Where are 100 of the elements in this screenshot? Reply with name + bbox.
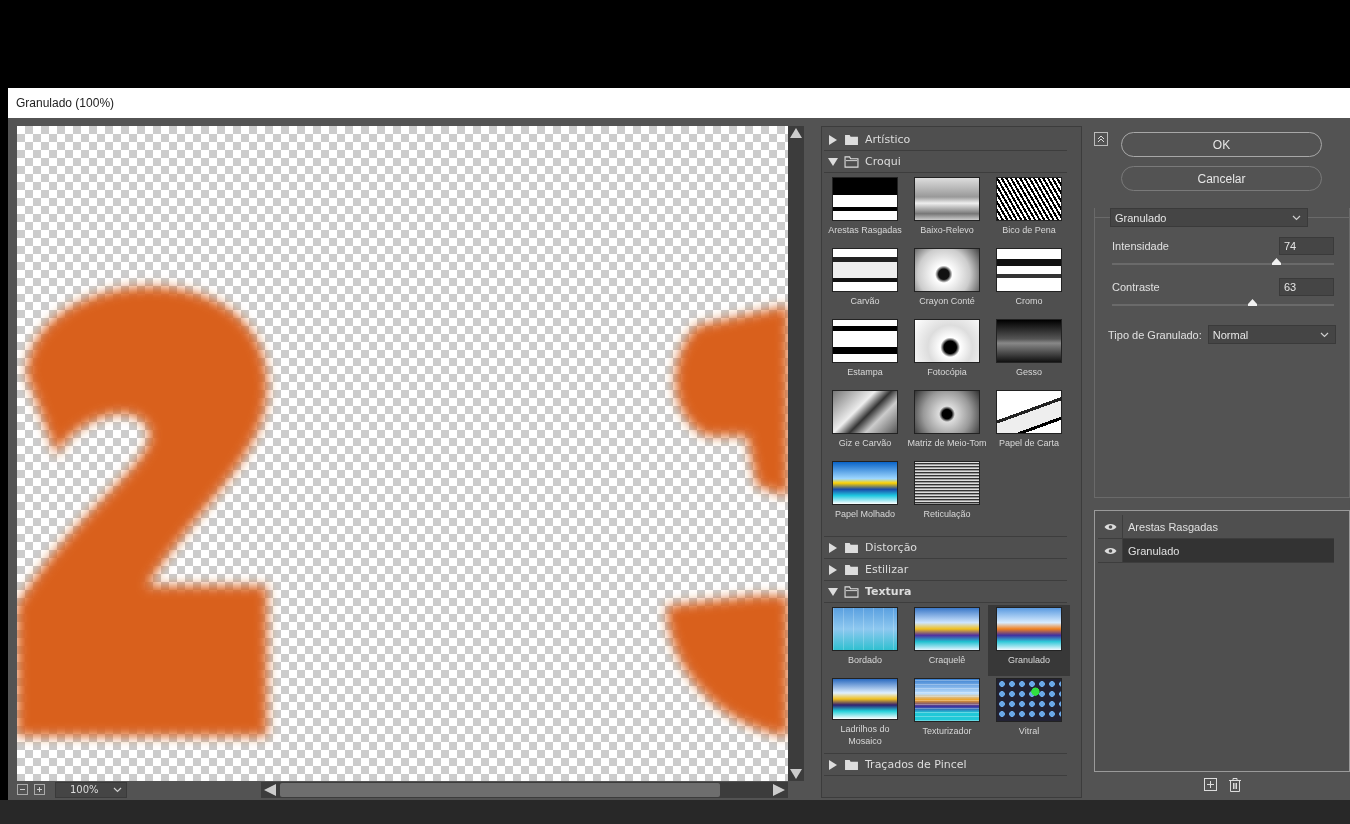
folder-icon: [844, 758, 859, 771]
triangle-down-icon: [828, 586, 838, 597]
effect-layer-item[interactable]: Granulado: [1123, 539, 1334, 562]
filter-preview-image: [996, 390, 1062, 434]
filter-name: Matriz de Meio-Tom: [907, 437, 987, 449]
filter-thumbnail-item[interactable]: Granulado: [988, 605, 1070, 676]
filter-thumbnail-item[interactable]: Bordado: [824, 605, 906, 676]
value-field[interactable]: 74: [1279, 237, 1334, 255]
filter-thumbnail-item[interactable]: Estampa: [824, 317, 906, 388]
filter-name: Bico de Pena: [1002, 224, 1056, 236]
filter-name: Bordado: [848, 654, 882, 666]
filter-thumbnail-item[interactable]: Reticulação: [906, 459, 988, 530]
filter-name: Giz e Carvão: [838, 437, 892, 449]
filter-name: Craquelê: [928, 654, 966, 666]
filter-preview-image: [914, 461, 980, 505]
folder-icon: [844, 133, 859, 146]
filter-name: Papel de Carta: [998, 437, 1059, 449]
filter-preview-image: [996, 248, 1062, 292]
filter-thumbnail-item[interactable]: Vitral: [988, 676, 1070, 747]
filter-name: Gesso: [1016, 366, 1042, 378]
filter-name: Vitral: [1018, 725, 1040, 737]
filter-name: Crayon Conté: [919, 295, 975, 307]
filter-preview-image: [832, 607, 898, 651]
filter-category[interactable]: Traçados de Pincel: [824, 754, 1068, 776]
triangle-right-icon: [828, 759, 838, 770]
filter-category[interactable]: Croqui: [824, 151, 1068, 173]
plus-icon: [37, 787, 42, 792]
filter-thumbnail-item[interactable]: Arestas Rasgadas: [824, 175, 906, 246]
eye-icon[interactable]: [1103, 546, 1117, 555]
ok-button[interactable]: OK: [1121, 132, 1323, 157]
filter-preview-image: [914, 248, 980, 292]
scroll-left-icon[interactable]: [264, 783, 276, 796]
filter-name: Carvão: [850, 295, 880, 307]
scroll-up-icon[interactable]: [790, 128, 802, 138]
filter-thumbnail-item[interactable]: Carvão: [824, 246, 906, 317]
type-label: Tipo de Granulado:: [1108, 328, 1202, 341]
filter-thumbnail-item[interactable]: Crayon Conté: [906, 246, 988, 317]
filter-preview-image: [832, 248, 898, 292]
filter-thumbnail-item[interactable]: Texturizador: [906, 676, 988, 747]
value-field[interactable]: 63: [1279, 278, 1334, 296]
folder-icon: [844, 155, 859, 168]
zoom-in-button[interactable]: [34, 784, 45, 795]
type-dropdown[interactable]: Normal: [1207, 325, 1336, 344]
chevron-down-icon: [1319, 331, 1329, 338]
filter-preview-image: [996, 678, 1062, 722]
eye-icon[interactable]: [1103, 522, 1117, 531]
filter-preview-image: [914, 319, 980, 363]
filter-thumbnail-item[interactable]: Matriz de Meio-Tom: [906, 388, 988, 459]
slider-label: Contraste: [1112, 281, 1160, 293]
filter-name: Estampa: [847, 366, 883, 378]
zoom-dropdown[interactable]: 100%: [55, 781, 127, 798]
filter-preview-image: [996, 607, 1062, 651]
filter-name: Ladrilhos do Mosaico: [839, 723, 891, 747]
filter-thumbnail-item[interactable]: Bico de Pena: [988, 175, 1070, 246]
filter-preview-image: [832, 319, 898, 363]
filter-thumbnail-item[interactable]: Giz e Carvão: [824, 388, 906, 459]
cancel-button[interactable]: Cancelar: [1121, 166, 1323, 191]
filter-preview-image: [914, 177, 980, 221]
slider-thumb[interactable]: [1272, 258, 1282, 265]
add-icon[interactable]: [1203, 778, 1217, 791]
effect-layer-item[interactable]: Arestas Rasgadas: [1123, 515, 1334, 538]
trash-icon[interactable]: [1228, 778, 1241, 792]
chevron-down-icon: [113, 786, 122, 793]
triangle-right-icon: [828, 564, 838, 575]
scroll-right-icon[interactable]: [773, 783, 785, 796]
filter-preview-image: [914, 390, 980, 434]
filter-category[interactable]: Estilizar: [824, 559, 1068, 581]
filter-category[interactable]: Textura: [824, 581, 1068, 603]
filter-name: Baixo-Relevo: [920, 224, 974, 236]
minus-icon: [20, 789, 25, 790]
filter-thumbnail-item[interactable]: Cromo: [988, 246, 1070, 317]
filter-name: Reticulação: [923, 508, 971, 520]
zoom-out-button[interactable]: [17, 784, 28, 795]
filter-thumbnail-item[interactable]: Papel de Carta: [988, 388, 1070, 459]
filter-preview-image: [996, 177, 1062, 221]
filter-dropdown[interactable]: Granulado: [1110, 208, 1309, 227]
scroll-down-icon[interactable]: [790, 769, 802, 779]
filter-name: Fotocópia: [927, 366, 967, 378]
filter-thumbnail-item[interactable]: Baixo-Relevo: [906, 175, 988, 246]
filter-preview-image: [832, 390, 898, 434]
filter-thumbnail-item[interactable]: Papel Molhado: [824, 459, 906, 530]
window-title: Granulado (100%): [16, 96, 115, 110]
filter-thumbnail-item[interactable]: Fotocópia: [906, 317, 988, 388]
scrollbar-thumb[interactable]: [280, 782, 720, 797]
filter-preview-image: [832, 678, 898, 720]
slider-thumb[interactable]: [1247, 299, 1257, 306]
filter-category[interactable]: Artístico: [824, 129, 1068, 151]
filter-thumbnail-item[interactable]: Gesso: [988, 317, 1070, 388]
filter-name: Arestas Rasgadas: [828, 224, 902, 236]
filter-preview-image: [832, 177, 898, 221]
folder-icon: [844, 563, 859, 576]
filter-name: Papel Molhado: [834, 508, 895, 520]
filter-category[interactable]: Distorção: [824, 537, 1068, 559]
collapse-icon[interactable]: [1094, 132, 1109, 146]
filter-name: Granulado: [1008, 654, 1050, 666]
folder-icon: [844, 541, 859, 554]
triangle-down-icon: [828, 156, 838, 167]
folder-icon: [844, 585, 859, 598]
filter-thumbnail-item[interactable]: Ladrilhos do Mosaico: [824, 676, 906, 747]
filter-thumbnail-item[interactable]: Craquelê: [906, 605, 988, 676]
